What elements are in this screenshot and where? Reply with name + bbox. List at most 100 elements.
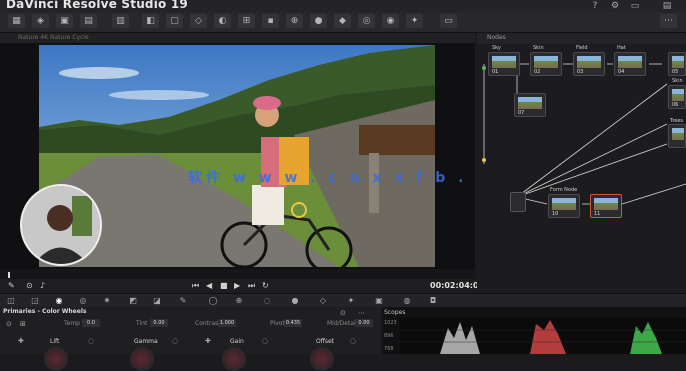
middetail-field[interactable]: 0.00 (355, 319, 373, 327)
3d-icon[interactable]: ◉ (382, 14, 399, 28)
key-icon[interactable]: ◆ (334, 14, 351, 28)
split-icon[interactable]: ◧ (142, 14, 159, 28)
skip-forward-button[interactable]: ⏭ (248, 280, 255, 292)
node-03[interactable]: 03 (573, 52, 605, 76)
loop-button[interactable]: ↻ (262, 280, 269, 292)
help-icon[interactable]: ? (590, 1, 600, 11)
media-pool-icon[interactable]: ▣ (56, 14, 73, 28)
contrast-label: Contrast (195, 320, 221, 327)
gamma-reset-icon[interactable]: ◌ (172, 337, 178, 345)
picker-icon[interactable]: ✚ (18, 337, 24, 345)
options-icon[interactable]: ⊙ (340, 309, 346, 317)
lut-icon[interactable]: ◈ (32, 14, 49, 28)
wipe-icon[interactable]: ◐ (214, 14, 231, 28)
node-07[interactable]: 07 (514, 93, 546, 117)
window-palette-icon[interactable]: ◯ (206, 295, 220, 306)
node-number: 10 (552, 211, 559, 217)
clips-icon[interactable]: ▤ (80, 14, 97, 28)
gain-wheel[interactable] (222, 347, 246, 371)
magic-mask-palette-icon[interactable]: ◌ (260, 295, 274, 306)
node-graph-icon[interactable]: ⋯ (660, 14, 677, 28)
node-number: 03 (577, 69, 584, 75)
node-label: Skin (672, 78, 683, 84)
tint-field[interactable]: 0.00 (150, 319, 168, 327)
viewer-mode-icon[interactable]: ▢ (166, 14, 183, 28)
curves-icon[interactable]: ◩ (126, 295, 140, 306)
blur-icon[interactable]: ● (310, 14, 327, 28)
gain-reset-icon[interactable]: ◌ (262, 337, 268, 345)
wheel-label: Lift (50, 338, 60, 345)
rgb-mixer-icon[interactable]: ◎ (76, 295, 90, 306)
mode-icon[interactable]: ⊞ (20, 320, 26, 328)
playhead[interactable] (8, 272, 10, 278)
audio-icon[interactable]: ♪ (40, 280, 45, 292)
node-10[interactable]: 10 (548, 194, 580, 218)
window-icon[interactable]: ▪ (262, 14, 279, 28)
play-button[interactable]: ▶ (234, 280, 240, 292)
node-02[interactable]: 02 (530, 52, 562, 76)
offset-wheel[interactable] (310, 347, 334, 371)
scrub-bar[interactable] (0, 269, 475, 279)
node-05[interactable]: 05 (668, 52, 686, 76)
sizing-icon[interactable]: ◎ (358, 14, 375, 28)
tracker-palette-icon[interactable]: ⊕ (232, 295, 246, 306)
scope-palette-icon[interactable]: ◍ (400, 295, 414, 306)
contrast-field[interactable]: 1.000 (218, 319, 236, 327)
node-input-dot (482, 66, 486, 70)
timeline-icon[interactable]: ▥ (112, 14, 129, 28)
gamma-wheel[interactable] (130, 347, 154, 371)
magic-mask-icon[interactable]: ✦ (406, 14, 423, 28)
grid-icon[interactable]: ⊞ (238, 14, 255, 28)
settings-icon[interactable]: ⚙ (610, 1, 620, 11)
parade-scope (400, 318, 686, 354)
node-label: Sky (492, 45, 501, 51)
node-01[interactable]: 01 (488, 52, 520, 76)
node-editor-title: Nodes (487, 34, 506, 41)
reset-icon[interactable]: ⊙ (6, 320, 12, 328)
pen-icon[interactable]: ✎ (8, 280, 15, 292)
viewer-options-icon[interactable]: ⊙ (26, 280, 33, 292)
presenter-inset (20, 184, 102, 266)
play-reverse-button[interactable]: ◀ (206, 280, 212, 292)
skip-back-button[interactable]: ⏮ (192, 280, 199, 292)
clip-icon[interactable]: ▭ (440, 14, 457, 28)
node-number: 07 (518, 110, 525, 116)
stop-button[interactable]: ■ (220, 280, 228, 292)
color-warper-icon[interactable]: ◪ (150, 295, 164, 306)
mode-label: Nature Cycle (50, 34, 89, 41)
offset-reset-icon[interactable]: ◌ (350, 337, 356, 345)
color-wheels-icon[interactable]: ◉ (52, 295, 66, 306)
parallel-mixer[interactable] (510, 192, 526, 212)
node-connections (483, 63, 686, 205)
tracker-icon[interactable]: ⊕ (286, 14, 303, 28)
watermark-text: 软件 w w w . c n x x f b . c n (188, 170, 512, 186)
camera-raw-icon[interactable]: ◫ (4, 295, 18, 306)
more-icon[interactable]: ⋯ (358, 309, 365, 317)
gain-picker-icon[interactable]: ✚ (205, 337, 211, 345)
3d-palette-icon[interactable]: ▣ (372, 295, 386, 306)
pivot-field[interactable]: 0.435 (284, 319, 302, 327)
motion-effects-icon[interactable]: ✷ (100, 295, 114, 306)
blur-palette-icon[interactable]: ● (288, 295, 302, 306)
key-palette-icon[interactable]: ◇ (316, 295, 330, 306)
lift-reset-icon[interactable]: ◌ (88, 337, 94, 345)
node-editor-header: Nodes (477, 33, 686, 44)
info-palette-icon[interactable]: ◘ (426, 295, 440, 306)
node-number: 06 (672, 102, 679, 108)
node-04[interactable]: 04 (614, 52, 646, 76)
node-11[interactable]: 11 (590, 194, 622, 218)
qualifier-icon[interactable]: ✎ (176, 295, 190, 306)
tint-label: Tint (136, 320, 148, 327)
sizing-palette-icon[interactable]: ✦ (344, 295, 358, 306)
color-match-icon[interactable]: ◲ (28, 295, 42, 306)
node-06[interactable]: 06 (668, 85, 686, 109)
node-input-dot (482, 158, 486, 162)
lift-wheel[interactable] (44, 347, 68, 371)
node-08[interactable] (668, 124, 686, 148)
workspace-icon[interactable]: ▭ (630, 1, 640, 11)
layout-icon[interactable]: ▤ (656, 1, 678, 11)
highlight-icon[interactable]: ◇ (190, 14, 207, 28)
temp-field[interactable]: 0.0 (82, 319, 100, 327)
wheel-label: Gamma (134, 338, 158, 345)
gallery-icon[interactable]: ▦ (8, 14, 25, 28)
